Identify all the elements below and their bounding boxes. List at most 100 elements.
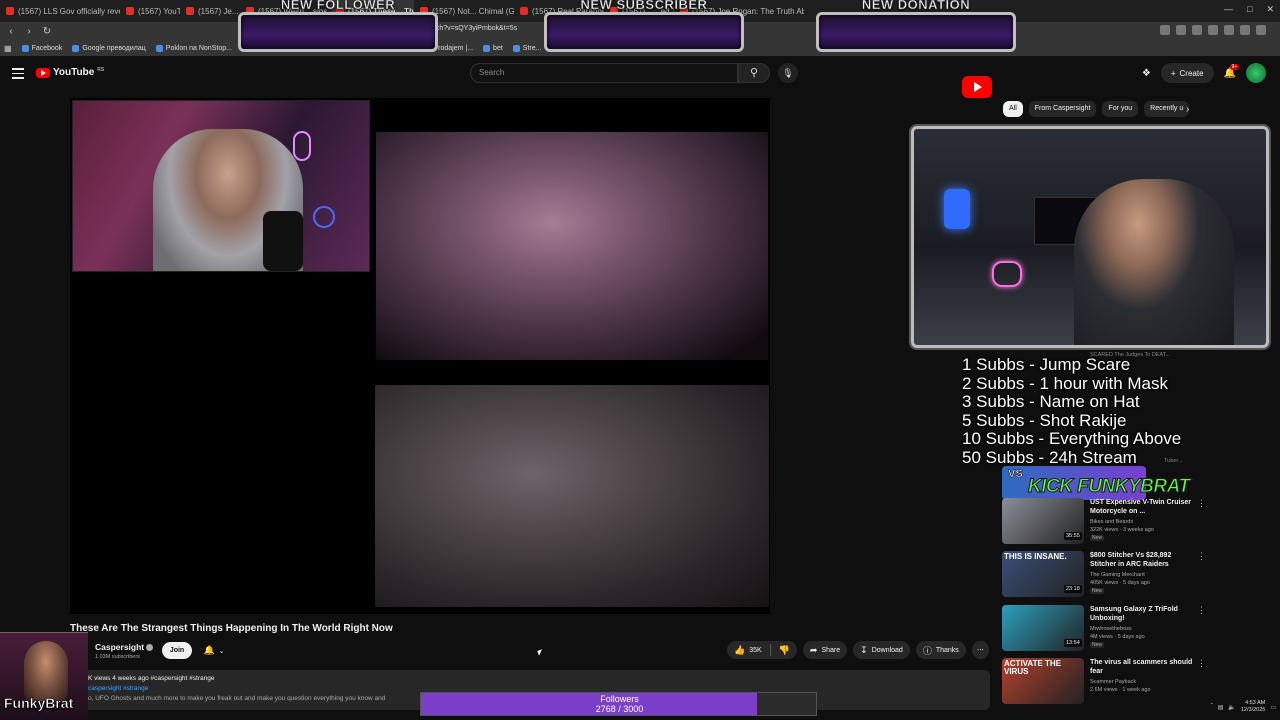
notification-center-icon[interactable]: ▭ [1270,704,1276,711]
search-button[interactable]: ⚲ [738,63,770,83]
streamer-overlay: FunkyBrat [0,632,88,720]
recommended-video-meta: 4M views · 5 days ago [1090,634,1145,640]
recommended-video-title[interactable]: $800 Stitcher Vs $28,892 Stitcher in ARC… [1090,551,1196,569]
recommended-video-title[interactable]: UST Expensive V-Twin Cruiser Motorcycle … [1090,498,1196,516]
like-button[interactable]: 👍 35K 👎 [727,641,797,659]
video-thumbnail[interactable]: 13:54 [1002,605,1084,651]
video-duration: 23:18 [1064,585,1082,593]
browser-tab-label: (1567) LLS Gov officially reveals ALIE [18,6,120,16]
speaker-icon[interactable]: 🔈 [1228,704,1235,711]
neon-sign [992,261,1022,287]
streamer-name: FunkyBrat [4,695,74,712]
chevron-right-icon[interactable]: › [1186,104,1189,115]
browser-tab[interactable]: (1567) Je... - YouTube [180,0,240,22]
menu-icon[interactable] [12,68,24,82]
kick-banner: VS KICK FUNKYBRAT [1002,466,1191,500]
extension-icon[interactable] [1208,25,1218,35]
share-button[interactable]: ➦ Share [802,641,848,659]
minimize-icon[interactable]: — [1224,4,1233,15]
bookmark-item[interactable]: Google преводилац [72,44,146,52]
url-field[interactable]: atch?v=sQY3yiPmbok&t=5s [430,25,517,32]
bookmark-item[interactable]: Poklon na NonStop... [155,44,232,52]
browser-tab[interactable]: (1567) LLS Gov officially reveals ALIE [0,0,120,22]
bookmark-label: Stre... [522,44,542,52]
browser-tab-label: (1567) YouTube [138,6,180,16]
clock-time: 4:53 AM [1245,700,1266,706]
hashtags[interactable]: caspersight #strange [88,685,148,692]
recommended-video-title[interactable]: Samsung Galaxy Z TriFold Unboxing! [1090,605,1196,623]
mouse-cursor-icon [537,649,544,656]
filter-chip[interactable]: Recently u [1144,101,1190,117]
bookmark-item[interactable]: Stre... [512,44,542,52]
new-badge: New [1090,642,1105,648]
notification-count: 9+ [1229,63,1240,70]
recommended-channel-name[interactable]: Mrwhosetheboss [1090,626,1196,632]
browser-tab[interactable]: (1567) YouTube [120,0,180,22]
channel-info[interactable]: Caspersight 1.03M subscribers [95,642,154,660]
recommended-video[interactable]: THIS IS INSANE. 23:18 $800 Stitcher Vs $28… [1002,551,1206,599]
recommended-video[interactable]: ACTIVATE THE VIRUS The virus all scammers… [1002,658,1206,706]
notifications-button[interactable]: 🔔 9+ [1224,63,1240,79]
recommended-channel-name[interactable]: Scammer Payback [1090,679,1196,685]
video-thumbnail[interactable]: THIS IS INSANE. 23:18 [1002,551,1084,597]
followers-goal-bar: Followers 2768 / 3000 [420,692,817,716]
chevron-down-icon: ⌄ [218,647,225,655]
maximize-icon[interactable]: □ [1247,4,1252,15]
recommended-video[interactable]: 35:55 UST Expensive V-Twin Cruiser Motorc… [1002,498,1206,546]
chevron-up-icon[interactable]: ˆ [1211,704,1213,710]
thumbs-down-icon[interactable]: 👎 [779,645,790,656]
bookmark-item[interactable]: bet [483,44,503,52]
voice-search-button[interactable]: 🎙 [778,63,798,83]
thanks-button[interactable]: ⓘ Thanks [915,641,966,659]
extension-icon[interactable] [1224,25,1234,35]
more-options-icon[interactable]: ⋮ [1197,658,1206,669]
close-icon[interactable]: ✕ [1266,4,1274,15]
filter-chip[interactable]: All [1003,101,1023,117]
youtube-favicon-icon [126,7,134,15]
recommended-channel-name[interactable]: Bikes and Beards [1090,519,1196,525]
reload-icon[interactable]: ↻ [40,26,54,37]
verified-icon [146,644,154,652]
sub-goal-item: 50 Subbs - 24h Stream [962,447,1137,467]
download-button[interactable]: ↧ Download [853,641,910,659]
more-options-icon[interactable]: ⋮ [1197,551,1206,562]
youtube-logo-text: YouTube [53,67,95,78]
apps-grid-icon[interactable]: ▦ [4,44,12,53]
clock[interactable]: 4:53 AM 12/3/2025 [1241,700,1265,714]
forward-icon[interactable]: › [22,26,36,37]
search-input[interactable]: Search [470,63,738,83]
recommended-video-title[interactable]: The virus all scammers should fear [1090,658,1196,676]
extension-icon[interactable] [1160,25,1170,35]
streamer-webcam [911,126,1269,348]
recommended-channel-name[interactable]: The Gaming Merchant [1090,572,1196,578]
youtube-play-icon [36,67,50,78]
account-avatar[interactable] [1246,63,1266,83]
back-icon[interactable]: ‹ [4,26,18,37]
channel-name[interactable]: Caspersight [95,642,144,652]
cast-icon[interactable]: ❖ [1142,68,1151,79]
extension-icon[interactable] [1192,25,1202,35]
header-actions: ❖ + Create 🔔 9+ [1142,63,1266,83]
recommended-video[interactable]: 13:54 Samsung Galaxy Z TriFold Unboxing! M… [1002,605,1206,653]
video-thumbnail[interactable]: ACTIVATE THE VIRUS [1002,658,1084,704]
network-icon[interactable]: ▤ [1218,704,1224,711]
more-options-icon[interactable]: ⋮ [1197,498,1206,509]
youtube-logo[interactable]: YouTube RS [36,67,104,78]
create-button[interactable]: + Create [1160,63,1214,83]
filter-chip[interactable]: From Caspersight [1028,101,1097,117]
bookmark-favicon-icon [21,44,29,52]
extension-icon[interactable] [1240,25,1250,35]
kick-banner-name: KICK FUNKYBRAT [1028,476,1191,498]
extension-icon[interactable] [1176,25,1186,35]
extension-icon[interactable] [1256,25,1266,35]
filter-chip[interactable]: For you [1102,101,1139,117]
bookmark-item[interactable]: Facebook [21,44,62,52]
video-thumbnail[interactable]: 35:55 [1002,498,1084,544]
join-button[interactable]: Join [162,642,192,659]
video-title: These Are The Strangest Things Happening… [70,623,393,634]
subscribed-bell-button[interactable]: 🔔 ⌄ [198,642,230,659]
new-badge: New [1090,535,1105,541]
video-frame-top [376,132,768,360]
more-actions-button[interactable]: ⋯ [971,641,989,659]
more-options-icon[interactable]: ⋮ [1197,605,1206,616]
